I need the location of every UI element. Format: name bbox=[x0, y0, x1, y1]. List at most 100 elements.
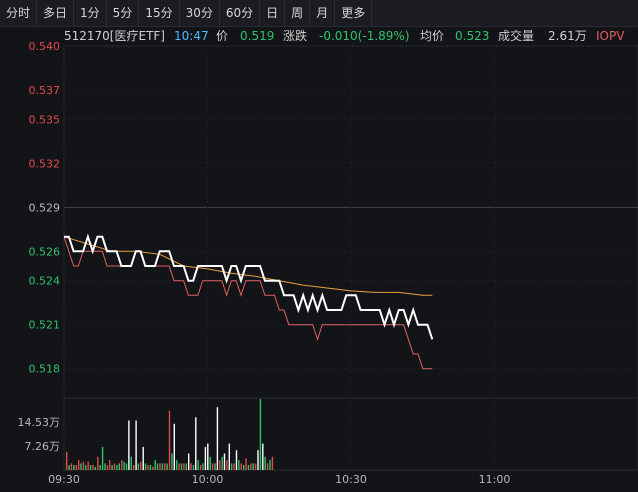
volume-bar bbox=[204, 446, 207, 470]
volume-bar bbox=[97, 456, 99, 470]
volume-bar bbox=[161, 463, 164, 470]
volume-bar bbox=[89, 465, 92, 470]
volume-bar bbox=[166, 463, 168, 470]
volume-bar bbox=[250, 463, 252, 470]
x-tick-label: 11:00 bbox=[479, 473, 511, 486]
volume-bar bbox=[87, 461, 89, 470]
volume-bar bbox=[223, 453, 226, 470]
volume-bar bbox=[195, 417, 197, 470]
volume-bar bbox=[159, 463, 161, 470]
volume-bar bbox=[243, 465, 245, 470]
y-tick-label: 0.537 bbox=[29, 84, 61, 97]
volume-bar bbox=[231, 463, 233, 470]
volume-bar bbox=[262, 443, 264, 470]
volume-bar bbox=[188, 453, 190, 470]
volume-bar bbox=[190, 463, 192, 470]
volume-bar bbox=[154, 460, 156, 470]
volume-bar bbox=[118, 463, 120, 470]
intraday-chart[interactable]: 0.540 0.537 0.535 0.532 0.529 0.526 0.524 0.521… bbox=[0, 0, 638, 492]
y-tick-label: 0.521 bbox=[29, 319, 61, 332]
volume-bar bbox=[233, 463, 235, 470]
volume-bar bbox=[180, 463, 183, 470]
volume-bar bbox=[113, 463, 116, 470]
volume-bar bbox=[82, 461, 85, 470]
volume-bar bbox=[135, 420, 137, 470]
y-tick-label: 0.532 bbox=[29, 157, 61, 170]
x-tick-label: 09:30 bbox=[48, 473, 80, 486]
volume-bar bbox=[92, 465, 94, 470]
volume-bar bbox=[164, 463, 166, 470]
volume-bar bbox=[101, 446, 104, 470]
volume-bar bbox=[140, 461, 142, 470]
volume-bar bbox=[109, 460, 111, 470]
volume-bar bbox=[254, 463, 257, 470]
volume-bar bbox=[85, 465, 87, 470]
price-line bbox=[64, 233, 434, 340]
volume-bar bbox=[125, 463, 128, 470]
y-tick-label: 0.524 bbox=[29, 275, 61, 288]
volume-bar bbox=[68, 465, 70, 470]
volume-bar bbox=[226, 460, 228, 470]
volume-bar bbox=[245, 458, 247, 470]
volume-tick-label: 7.26万 bbox=[25, 440, 61, 453]
y-tick-label: 0.535 bbox=[29, 113, 61, 126]
volume-bar bbox=[94, 466, 97, 470]
volume-bar bbox=[130, 456, 132, 470]
volume-bar bbox=[252, 463, 254, 470]
volume-bar bbox=[211, 463, 214, 470]
volume-bar bbox=[147, 465, 149, 470]
volume-bar bbox=[142, 446, 144, 470]
volume-bar bbox=[197, 460, 199, 470]
volume-bar bbox=[199, 465, 202, 470]
volume-bar bbox=[137, 463, 140, 470]
volume-bar bbox=[104, 463, 106, 470]
volume-bar bbox=[121, 460, 123, 470]
volume-bar bbox=[238, 460, 240, 470]
volume-bar bbox=[214, 463, 216, 470]
volume-bar bbox=[228, 443, 230, 470]
volume-bar bbox=[266, 463, 269, 470]
volume-bar bbox=[78, 460, 80, 470]
volume-bar bbox=[66, 451, 68, 470]
volume-bar bbox=[171, 453, 173, 470]
volume-bar bbox=[271, 456, 274, 470]
y-tick-label: 0.540 bbox=[29, 40, 61, 53]
volume-bar bbox=[240, 463, 242, 470]
volume-bar bbox=[149, 465, 152, 470]
volume-bar bbox=[192, 465, 195, 470]
volume-bar bbox=[219, 460, 221, 470]
x-tick-label: 10:30 bbox=[335, 473, 367, 486]
volume-bar bbox=[116, 465, 118, 470]
volume-bar bbox=[106, 465, 109, 470]
volume-bar bbox=[80, 463, 82, 470]
volume-bar bbox=[152, 466, 154, 470]
x-tick-label: 10:00 bbox=[192, 473, 224, 486]
volume-bar bbox=[156, 463, 159, 470]
volume-bar bbox=[185, 463, 187, 470]
volume-bar bbox=[144, 463, 147, 470]
volume-bar bbox=[168, 410, 171, 470]
volume-bar bbox=[128, 420, 130, 470]
volume-bar bbox=[264, 456, 266, 470]
volume-bar bbox=[247, 465, 250, 470]
volume-bar bbox=[173, 423, 175, 470]
volume-bar bbox=[257, 450, 259, 470]
volume-bar bbox=[73, 465, 75, 470]
volume-bar bbox=[111, 465, 113, 470]
volume-bar bbox=[99, 465, 101, 470]
volume-bar bbox=[259, 399, 262, 470]
volume-bar bbox=[176, 460, 178, 470]
volume-bar bbox=[70, 463, 73, 470]
volume-bar bbox=[235, 450, 238, 470]
volume-bar bbox=[183, 463, 185, 470]
volume-bar bbox=[269, 460, 271, 470]
volume-bar bbox=[216, 407, 219, 470]
volume-bar bbox=[123, 461, 125, 470]
y-tick-label: 0.529 bbox=[29, 201, 61, 214]
y-tick-label: 0.526 bbox=[29, 245, 61, 258]
volume-bar bbox=[75, 465, 77, 470]
volume-bar bbox=[202, 463, 204, 470]
y-tick-label: 0.518 bbox=[29, 363, 61, 376]
volume-bar bbox=[209, 456, 211, 470]
volume-bar bbox=[221, 456, 223, 470]
